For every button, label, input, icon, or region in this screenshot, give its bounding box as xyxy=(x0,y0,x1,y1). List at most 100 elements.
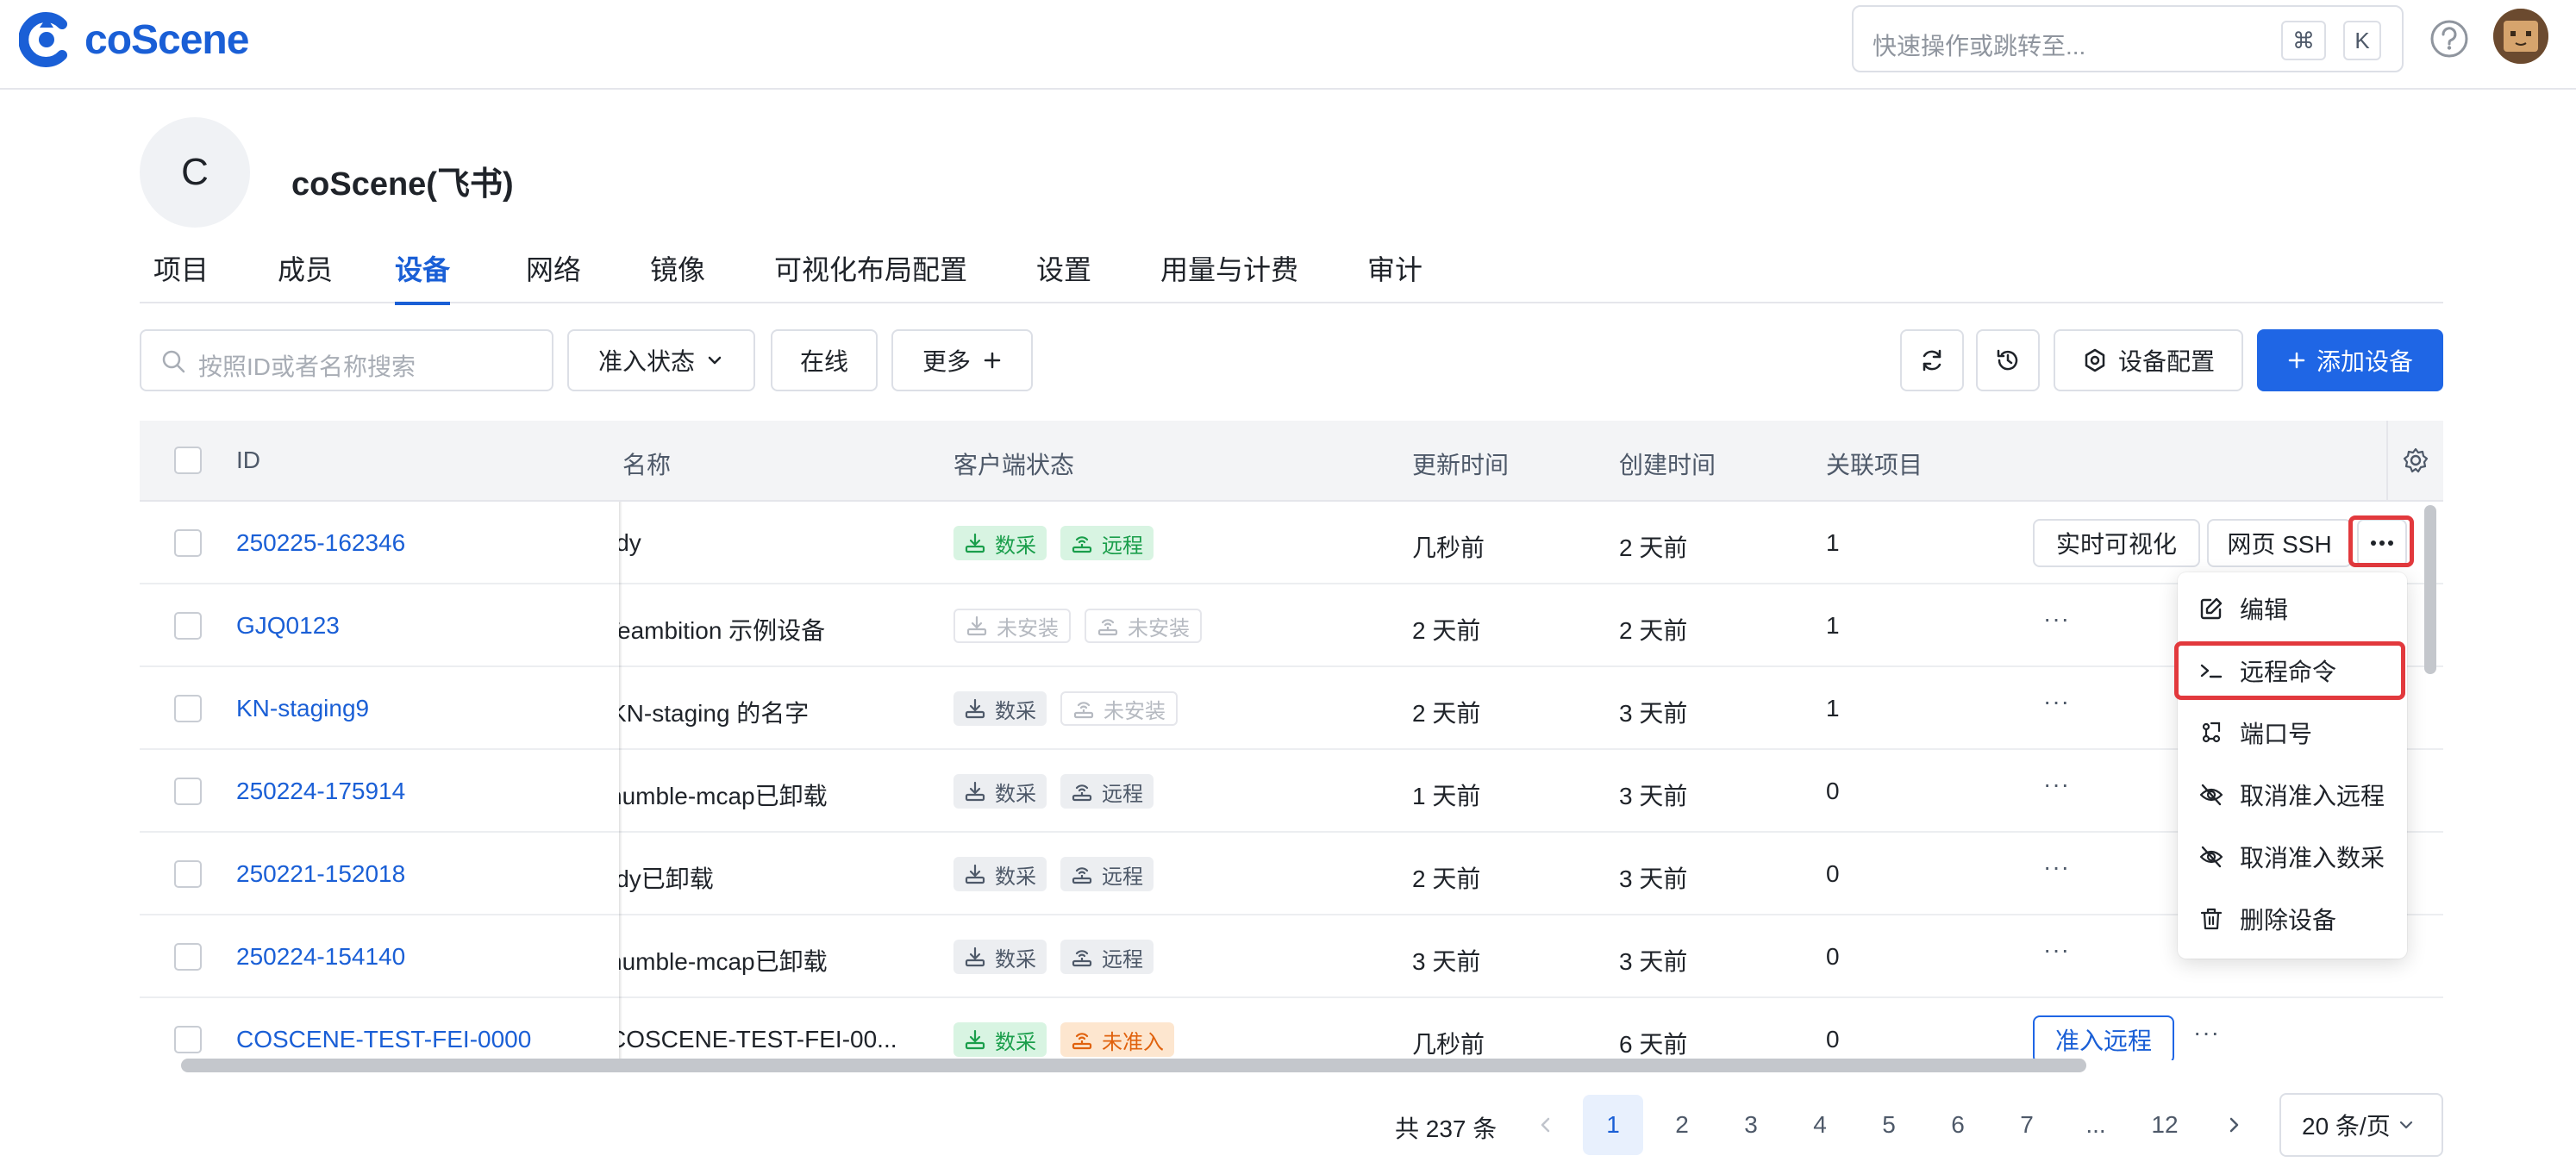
table-row[interactable]: GJQ0123 Teambition 示例设备 未安装 未安装 2 天前 2 天… xyxy=(140,584,2443,667)
menu-item-label: 编辑 xyxy=(2240,597,2289,623)
device-config-button[interactable]: 设备配置 xyxy=(2054,329,2243,391)
row-checkbox[interactable] xyxy=(174,778,202,805)
plus-icon xyxy=(2287,351,2306,370)
global-search-input[interactable]: 快速操作或跳转至... ⌘ K xyxy=(1852,5,2404,72)
table-row[interactable]: 250225-162346 ldy 数采 远程 几秒前 2 天前 1 实时可视化… xyxy=(140,502,2443,584)
logo[interactable]: coScene xyxy=(19,9,249,71)
vertical-scrollbar[interactable] xyxy=(2424,505,2436,674)
page-size-select[interactable]: 20 条/页 xyxy=(2279,1093,2443,1157)
row-checkbox[interactable] xyxy=(174,612,202,640)
remote-icon xyxy=(1072,536,1092,553)
more-actions-icon[interactable]: ··· xyxy=(2043,771,2070,798)
column-settings-icon[interactable] xyxy=(2402,447,2429,474)
menu-item-revoke-remote[interactable]: 取消准入远程 xyxy=(2178,767,2407,822)
page-size-value: 20 条/页 xyxy=(2302,1113,2391,1140)
device-name: humble-mcap已卸载 xyxy=(619,783,828,809)
device-id-link[interactable]: KN-staging9 xyxy=(236,695,369,722)
more-actions-icon[interactable]: ··· xyxy=(2043,688,2070,715)
tab-settings[interactable]: 设置 xyxy=(1036,241,1091,303)
user-avatar[interactable] xyxy=(2493,9,2548,64)
updated-time: 几秒前 xyxy=(1412,534,1485,561)
table-row[interactable]: COSCENE-TEST-FEI-0000 COSCENE-TEST-FEI-0… xyxy=(140,998,2443,1060)
table-row[interactable]: 250221-152018 ldy已卸载 数采 远程 2 天前 3 天前 0 ·… xyxy=(140,833,2443,915)
grant-remote-button[interactable]: 准入远程 xyxy=(2033,1015,2174,1060)
filter-online[interactable]: 在线 xyxy=(771,329,878,391)
status-tag-collect: 数采 xyxy=(953,857,1047,891)
more-actions-icon[interactable]: ··· xyxy=(2043,605,2070,633)
history-button[interactable] xyxy=(1976,329,2040,391)
tab-members[interactable]: 成员 xyxy=(278,241,333,303)
device-id-link[interactable]: COSCENE-TEST-FEI-0000 xyxy=(236,1026,531,1053)
row-checkbox[interactable] xyxy=(174,529,202,557)
menu-item-port[interactable]: 端口号 xyxy=(2178,705,2407,760)
next-page-button[interactable] xyxy=(2204,1095,2264,1155)
more-actions-icon[interactable]: ··· xyxy=(2043,853,2070,881)
add-device-button[interactable]: 添加设备 xyxy=(2257,329,2443,391)
remote-icon xyxy=(1072,1033,1092,1050)
page-7[interactable]: 7 xyxy=(1997,1095,2057,1155)
page-5[interactable]: 5 xyxy=(1859,1095,1919,1155)
table-row[interactable]: 250224-175914 humble-mcap已卸载 数采 远程 1 天前 … xyxy=(140,750,2443,833)
device-search-input[interactable]: 按照ID或者名称搜索 xyxy=(140,329,553,391)
row-checkbox[interactable] xyxy=(174,860,202,888)
fixed-column-shadow xyxy=(619,502,622,1060)
more-actions-icon[interactable]: ··· xyxy=(2193,1019,2220,1046)
menu-item-revoke-collect[interactable]: 取消准入数采 xyxy=(2178,829,2407,884)
horizontal-scrollbar[interactable] xyxy=(181,1059,2086,1072)
more-actions-icon[interactable]: ··· xyxy=(2043,936,2070,964)
chevron-down-icon xyxy=(2398,1116,2415,1134)
status-tag-collect: 未安装 xyxy=(953,609,1071,643)
tab-network[interactable]: 网络 xyxy=(526,241,581,303)
menu-item-edit[interactable]: 编辑 xyxy=(2178,581,2407,636)
select-all-checkbox[interactable] xyxy=(174,447,202,474)
col-created[interactable]: 创建时间 xyxy=(1619,447,1716,481)
status-tag-collect: 数采 xyxy=(953,691,1047,726)
row-checkbox[interactable] xyxy=(174,695,202,722)
created-time: 6 天前 xyxy=(1619,1031,1688,1058)
table-header: ID 名称 客户端状态 更新时间 创建时间 关联项目 xyxy=(140,421,2443,502)
col-id[interactable]: ID xyxy=(236,447,260,474)
global-search-placeholder: 快速操作或跳转至... xyxy=(1873,33,2086,59)
download-icon xyxy=(965,864,985,884)
page-4[interactable]: 4 xyxy=(1790,1095,1850,1155)
device-id-link[interactable]: 250221-152018 xyxy=(236,860,405,888)
filter-more[interactable]: 更多 xyxy=(891,329,1033,391)
page-3[interactable]: 3 xyxy=(1721,1095,1781,1155)
device-id-link[interactable]: 250225-162346 xyxy=(236,529,405,557)
page-1[interactable]: 1 xyxy=(1583,1095,1643,1155)
col-client-status[interactable]: 客户端状态 xyxy=(953,447,1074,481)
device-id-link[interactable]: GJQ0123 xyxy=(236,612,340,640)
table-row[interactable]: KN-staging9 KN-staging 的名字 数采 未安装 2 天前 3… xyxy=(140,667,2443,750)
download-icon xyxy=(965,1029,985,1050)
col-name[interactable]: 名称 xyxy=(619,447,671,481)
tab-audit[interactable]: 审计 xyxy=(1367,241,1422,303)
tab-images[interactable]: 镜像 xyxy=(650,241,705,303)
web-ssh-button[interactable]: 网页 SSH xyxy=(2207,519,2352,567)
project-count: 0 xyxy=(1826,778,1840,804)
tab-devices[interactable]: 设备 xyxy=(395,241,451,305)
row-checkbox[interactable] xyxy=(174,1026,202,1053)
col-updated[interactable]: 更新时间 xyxy=(1412,447,1509,481)
refresh-button[interactable] xyxy=(1900,329,1964,391)
table-row[interactable]: 250224-154140 humble-mcap已卸载 数采 远程 3 天前 … xyxy=(140,915,2443,998)
prev-page-button[interactable] xyxy=(1516,1095,1576,1155)
page-2[interactable]: 2 xyxy=(1652,1095,1712,1155)
help-icon[interactable] xyxy=(2429,19,2469,59)
device-id-link[interactable]: 250224-175914 xyxy=(236,778,405,805)
tab-billing[interactable]: 用量与计费 xyxy=(1160,241,1298,303)
device-id-link[interactable]: 250224-154140 xyxy=(236,943,405,971)
plus-icon xyxy=(983,351,1002,370)
page-ellipsis[interactable]: ... xyxy=(2066,1095,2126,1155)
download-icon xyxy=(965,781,985,802)
row-checkbox[interactable] xyxy=(174,943,202,971)
filter-access-status[interactable]: 准入状态 xyxy=(567,329,755,391)
col-projects[interactable]: 关联项目 xyxy=(1826,447,1923,481)
tab-layout-config[interactable]: 可视化布局配置 xyxy=(774,241,967,303)
menu-item-delete-device[interactable]: 删除设备 xyxy=(2178,891,2407,946)
tab-projects[interactable]: 项目 xyxy=(153,241,209,303)
column-divider xyxy=(2386,421,2388,502)
page-12[interactable]: 12 xyxy=(2135,1095,2195,1155)
page-6[interactable]: 6 xyxy=(1928,1095,1988,1155)
realtime-visualize-button[interactable]: 实时可视化 xyxy=(2033,519,2200,567)
updated-time: 2 天前 xyxy=(1412,700,1481,727)
